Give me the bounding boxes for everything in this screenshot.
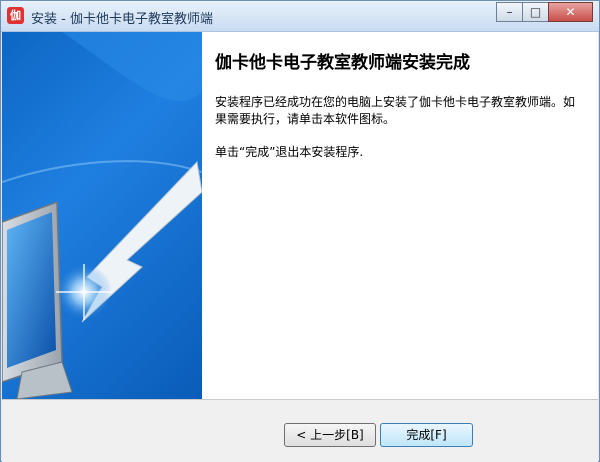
monitor-arrow-illustration: [2, 32, 202, 399]
minimize-icon: –: [506, 5, 513, 19]
content-area: 伽卡他卡电子教室教师端安装完成 安装程序已经成功在您的电脑上安装了伽卡他卡电子教…: [2, 32, 598, 399]
wizard-side-image: [2, 32, 202, 399]
minimize-button[interactable]: –: [496, 2, 523, 22]
window-title: 安装 - 伽卡他卡电子教室教师端: [31, 12, 213, 27]
app-icon: 伽: [7, 7, 24, 24]
maximize-button[interactable]: □: [522, 2, 549, 22]
close-icon: ✕: [565, 5, 576, 19]
installer-window: 伽 安装 - 伽卡他卡电子教室教师端 – □ ✕ 伽卡他卡电子教室教师端安装完成…: [0, 0, 600, 462]
close-button[interactable]: ✕: [548, 2, 593, 22]
page-title: 伽卡他卡电子教室教师端安装完成: [215, 53, 470, 73]
title-bar[interactable]: 伽 安装 - 伽卡他卡电子教室教师端 – □ ✕: [1, 1, 599, 32]
finish-instruction: 单击“完成”退出本安装程序.: [215, 145, 364, 159]
finish-button[interactable]: 完成[F]: [380, 423, 473, 447]
window-controls: – □ ✕: [496, 2, 593, 22]
maximize-icon: □: [529, 5, 542, 19]
back-button[interactable]: < 上一步[B]: [284, 423, 376, 447]
completion-message: 安装程序已经成功在您的电脑上安装了伽卡他卡电子教室教师端。如果需要执行，请单击本…: [215, 95, 576, 126]
